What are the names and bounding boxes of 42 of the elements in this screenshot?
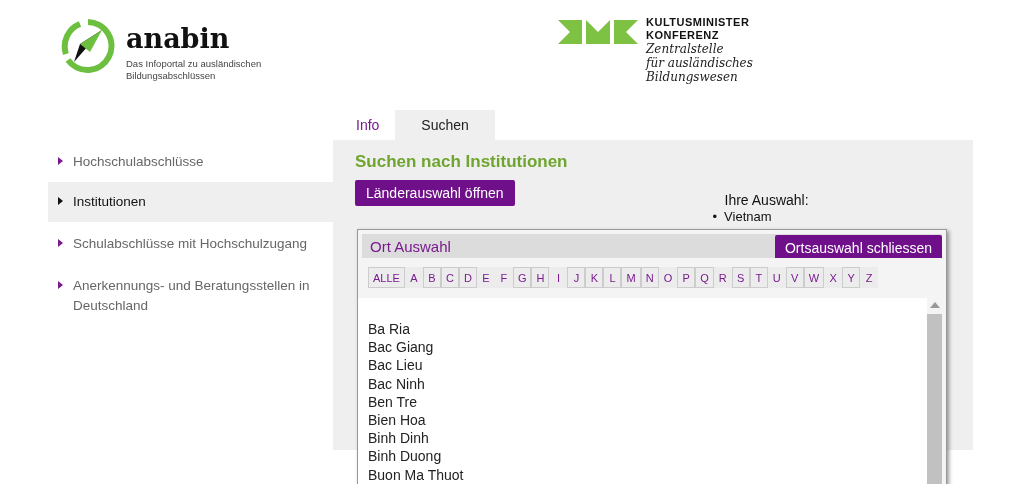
partner-name: KULTUSMINISTER KONFERENZ bbox=[646, 16, 751, 42]
place-item[interactable]: Bac Giang bbox=[368, 338, 927, 357]
place-item[interactable]: Binh Duong bbox=[368, 447, 927, 466]
letter-filter-button[interactable]: Q bbox=[695, 267, 714, 288]
sidebar-item[interactable]: Anerkennungs- und Beratungsstellen in Deutschland bbox=[48, 264, 333, 326]
letter-filter-button[interactable]: K bbox=[585, 267, 604, 288]
triangle-icon bbox=[58, 157, 63, 165]
logo-wordmark: anabin bbox=[126, 24, 231, 54]
sidebar-item[interactable]: Schulabschlüsse mit Hochschulzugang bbox=[48, 222, 333, 264]
selection-item: Vietnam bbox=[724, 209, 772, 224]
section-title: Suchen nach Institutionen bbox=[355, 152, 569, 172]
bullet: • bbox=[712, 209, 718, 224]
place-item[interactable]: Bac Lieu bbox=[368, 356, 927, 375]
letter-filter-button[interactable]: P bbox=[677, 267, 696, 288]
place-item[interactable]: Binh Dinh bbox=[368, 429, 927, 448]
letter-filter-button[interactable]: M bbox=[621, 267, 641, 288]
place-item[interactable]: Ben Tre bbox=[368, 392, 927, 411]
triangle-icon bbox=[58, 239, 63, 247]
logo-tagline: Das Infoportal zu ausländischen Bildungsabschlüssen bbox=[126, 58, 262, 82]
dialog-title: Ort Auswahl bbox=[369, 237, 452, 255]
partner-subtitle: Zentralstelle für ausländisches Bildungswesen bbox=[646, 42, 753, 84]
selection-label: Ihre Auswahl: bbox=[724, 192, 809, 209]
place-item[interactable]: Ba Ria bbox=[368, 320, 927, 339]
letter-filter-button[interactable]: W bbox=[803, 267, 825, 288]
sidebar-item[interactable]: Hochschulabschlüsse bbox=[48, 140, 333, 182]
place-item[interactable]: Buon Ma Thuot bbox=[368, 465, 927, 484]
scroll-up-icon[interactable] bbox=[929, 302, 940, 308]
letter-filter-button[interactable]: L bbox=[603, 267, 622, 288]
place-item[interactable]: Bac Ninh bbox=[368, 374, 927, 393]
kmk-logo-icon bbox=[558, 20, 638, 46]
open-countries-button[interactable]: Länderauswahl öffnen bbox=[355, 180, 515, 206]
letter-filter-button[interactable]: Y bbox=[842, 267, 861, 288]
letter-filter-button[interactable]: ALLE bbox=[368, 267, 405, 288]
compass-logo-icon bbox=[60, 18, 116, 74]
close-places-button[interactable]: Ortsauswahl schliessen bbox=[774, 235, 942, 258]
sidebar-item[interactable]: Institutionen bbox=[48, 182, 333, 222]
triangle-icon bbox=[58, 281, 63, 289]
place-item[interactable]: Bien Hoa bbox=[368, 411, 927, 430]
triangle-icon bbox=[58, 197, 63, 205]
letter-filter-button[interactable]: J bbox=[567, 267, 586, 288]
letter-filter-button[interactable]: H bbox=[531, 267, 550, 288]
tab[interactable]: Suchen bbox=[395, 110, 495, 140]
